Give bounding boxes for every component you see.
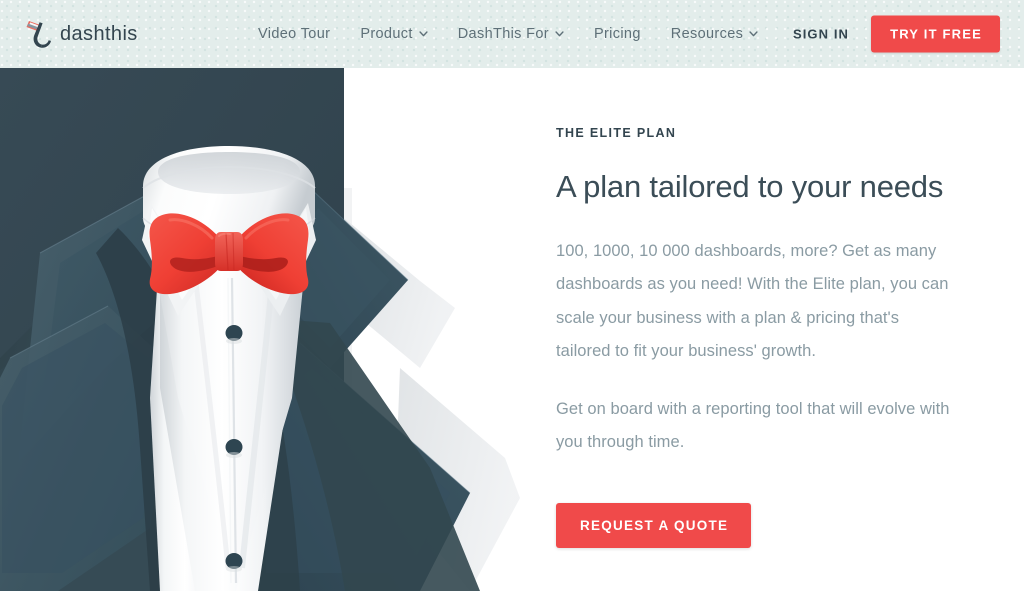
nav-item-product[interactable]: Product: [348, 20, 445, 48]
page-root: dashthis Video Tour Product DashThis For…: [0, 0, 1024, 591]
hero-paragraph-1: 100, 1000, 10 000 dashboards, more? Get …: [556, 241, 949, 361]
hero-paragraph-2: Get on board with a reporting tool that …: [556, 399, 950, 451]
hero-content: THE ELITE PLAN A plan tailored to your n…: [556, 68, 976, 591]
chevron-down-icon: [419, 31, 428, 37]
main-navigation: Video Tour Product DashThis For Pricing …: [258, 20, 776, 48]
try-it-free-button[interactable]: TRY IT FREE: [871, 15, 1000, 53]
nav-item-dashthis-for[interactable]: DashThis For: [446, 20, 582, 48]
header-actions: SIGN IN TRY IT FREE: [793, 15, 1000, 53]
dashthis-swoosh-logo-icon: [26, 21, 51, 48]
sign-in-link[interactable]: SIGN IN: [793, 27, 849, 42]
nav-label: DashThis For: [457, 26, 549, 42]
nav-label: Product: [360, 26, 413, 42]
nav-item-resources[interactable]: Resources: [659, 20, 776, 48]
chevron-down-icon: [555, 31, 564, 37]
request-a-quote-button[interactable]: REQUEST A QUOTE: [556, 503, 752, 549]
nav-item-pricing[interactable]: Pricing: [582, 20, 659, 48]
chevron-down-icon: [749, 31, 758, 37]
brand-logo[interactable]: dashthis: [25, 19, 138, 49]
plan-eyebrow: THE ELITE PLAN: [556, 126, 677, 140]
brand-name: dashthis: [60, 22, 138, 45]
site-header: dashthis Video Tour Product DashThis For…: [0, 0, 1024, 68]
nav-label: Pricing: [593, 26, 641, 42]
nav-item-video-tour[interactable]: Video Tour: [258, 20, 348, 48]
nav-label: Video Tour: [258, 26, 331, 42]
nav-label: Resources: [670, 26, 744, 42]
page-title: A plan tailored to your needs: [556, 169, 944, 204]
